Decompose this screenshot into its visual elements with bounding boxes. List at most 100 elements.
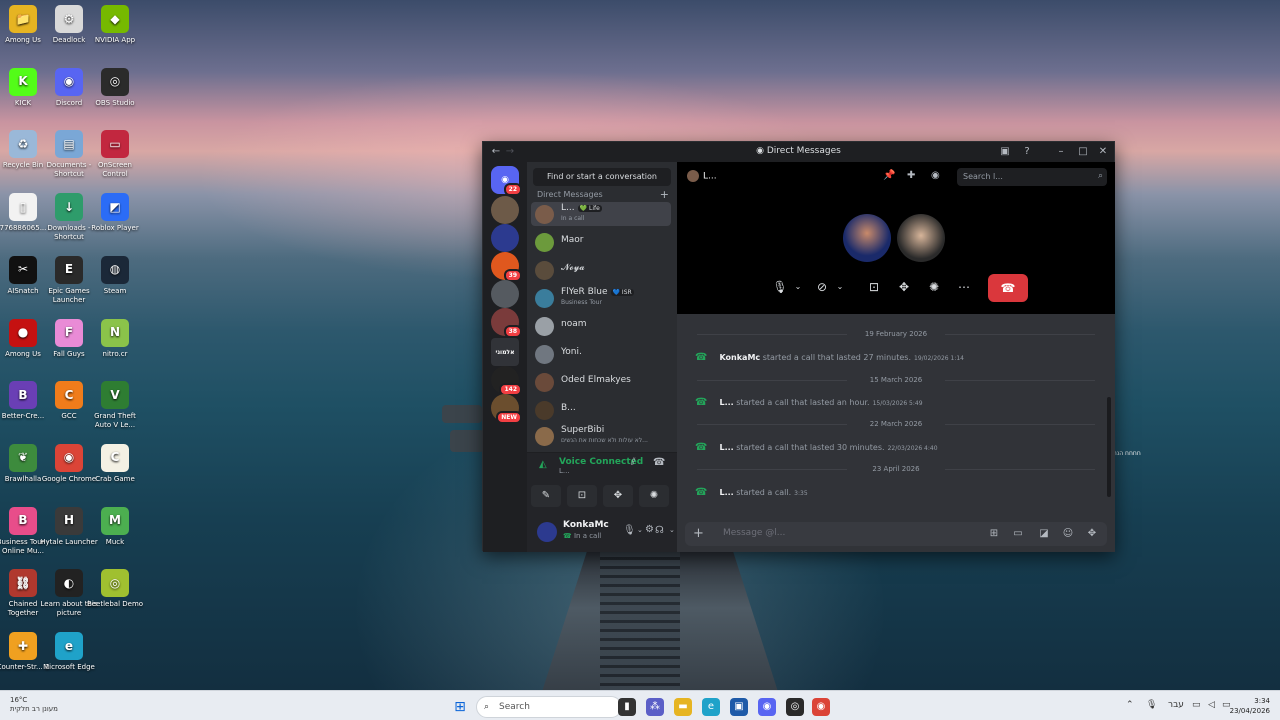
activities-icon[interactable]: ✥: [891, 274, 917, 300]
find-conversation-button[interactable]: Find or start a conversation: [533, 168, 671, 186]
server-icon[interactable]: [491, 196, 519, 224]
dm-item[interactable]: noam: [531, 314, 671, 338]
server-icon[interactable]: [491, 280, 519, 308]
desktop-icon[interactable]: ▭ OnScreen Control: [85, 130, 145, 179]
sticker-icon[interactable]: ◪: [1037, 527, 1051, 541]
disconnect-icon[interactable]: ☎: [653, 457, 665, 468]
volume-icon[interactable]: ◁: [1208, 700, 1215, 710]
pin-icon[interactable]: 📌: [883, 170, 895, 181]
network-icon[interactable]: ▭: [1192, 700, 1201, 710]
emoji-icon[interactable]: ☺: [1061, 527, 1075, 541]
store-icon[interactable]: ▣: [730, 698, 748, 716]
dm-item[interactable]: Yoni.: [531, 342, 671, 366]
notification-badge: 38: [503, 325, 522, 338]
soundboard-button[interactable]: ✺: [639, 485, 669, 507]
obs-icon[interactable]: ◎: [786, 698, 804, 716]
maximize-icon[interactable]: □: [1076, 145, 1090, 159]
new-dm-icon[interactable]: +: [660, 188, 669, 201]
call-participant-avatar[interactable]: [897, 214, 945, 262]
more-icon[interactable]: ⋯: [951, 274, 977, 300]
desktop-icon[interactable]: ◆ NVIDIA App: [85, 5, 145, 45]
screen-share-icon[interactable]: ⊡: [861, 274, 887, 300]
message-author[interactable]: L...: [719, 398, 733, 407]
user-settings-icon[interactable]: ⚙: [645, 524, 654, 535]
desktop-icon[interactable]: M Muck: [85, 506, 145, 547]
help-icon[interactable]: ?: [1020, 145, 1034, 159]
desktop-icon[interactable]: ◎ Beetlebal Demo: [85, 569, 145, 609]
message-input[interactable]: + Message @l... ⊞ ▭ ◪ ☺ ✥: [685, 522, 1107, 546]
server-icon[interactable]: NEW: [491, 394, 522, 424]
dm-item[interactable]: Oded Elmakyes: [531, 370, 671, 394]
dm-item[interactable]: FlYeR Blue 💙 ISR Business Tour: [531, 286, 671, 310]
minimize-icon[interactable]: –: [1054, 145, 1068, 159]
chrome-icon[interactable]: ◉: [812, 698, 830, 716]
dm-item[interactable]: SuperBibi לא עולות ולא שכחות את הנשים...: [531, 424, 671, 448]
desktop-icon[interactable]: ◎ OBS Studio: [85, 67, 145, 108]
gif-icon[interactable]: ▭: [1011, 527, 1025, 541]
chevron-down-icon[interactable]: ⌄: [785, 274, 811, 300]
desktop-icon[interactable]: e Microsoft Edge: [39, 632, 99, 672]
dm-activity: In a call: [561, 215, 585, 222]
apps-icon[interactable]: ✥: [1085, 527, 1099, 541]
task-view-icon[interactable]: ▮: [618, 698, 636, 716]
microphone-icon[interactable]: 🎙: [1146, 700, 1157, 710]
chevron-up-icon[interactable]: ⌃: [1126, 700, 1134, 710]
noise-suppression-icon[interactable]: ⫽: [631, 457, 635, 468]
voice-channel[interactable]: L...: [559, 467, 570, 475]
server-icon[interactable]: אלמוני: [491, 338, 519, 366]
teams-icon[interactable]: ⁂: [646, 698, 664, 716]
edge-icon[interactable]: e: [702, 698, 720, 716]
chevron-down-icon[interactable]: ⌄: [637, 526, 643, 534]
scrollbar[interactable]: [1107, 397, 1111, 497]
close-icon[interactable]: ✕: [1096, 145, 1110, 159]
add-attachment-icon[interactable]: +: [693, 526, 704, 541]
dm-item[interactable]: Maor: [531, 230, 671, 254]
taskbar-search[interactable]: ⌕ Search: [476, 696, 622, 718]
discord-icon[interactable]: ◉: [758, 698, 776, 716]
dm-activity: Business Tour: [561, 299, 602, 306]
dm-item[interactable]: B...: [531, 398, 671, 422]
inbox-icon[interactable]: ▣: [998, 145, 1012, 159]
desktop-icon-label: Muck: [105, 537, 125, 546]
video-button[interactable]: ✎: [531, 485, 561, 507]
desktop-icon[interactable]: ◍ Steam: [85, 255, 145, 296]
dm-item[interactable]: 𝓝𝓸𝔂𝓪: [531, 258, 671, 282]
gift-icon[interactable]: ⊞: [987, 527, 1001, 541]
app-icon: B: [9, 381, 37, 410]
chevron-down-icon[interactable]: ⌄: [827, 274, 853, 300]
file-explorer-icon[interactable]: ▬: [674, 698, 692, 716]
clock[interactable]: 3:34 23/04/2026: [1230, 696, 1270, 716]
message-author[interactable]: L...: [719, 488, 733, 497]
search-input[interactable]: Search l...: [957, 168, 1107, 186]
add-friend-icon[interactable]: ✚: [907, 170, 915, 181]
server-icon[interactable]: 142: [491, 366, 522, 396]
server-icon[interactable]: [491, 224, 519, 252]
dm-name: FlYeR Blue 💙 ISR: [561, 287, 634, 297]
message-author[interactable]: L...: [719, 443, 733, 452]
dm-name-text: noam: [561, 319, 587, 329]
desktop-icon[interactable]: C Crab Game: [85, 443, 145, 484]
server-icon[interactable]: ◉ 22: [491, 166, 522, 196]
activities-button[interactable]: ✥: [603, 485, 633, 507]
desktop-icon[interactable]: V Grand Theft Auto V Le...: [85, 381, 145, 430]
chat-header: L...: [687, 170, 717, 182]
desktop-icon[interactable]: ◩ Roblox Player: [85, 193, 145, 233]
profile-icon[interactable]: ◉: [931, 170, 940, 181]
weather-widget[interactable]: 16°C מעונן רב חלקית: [10, 696, 58, 714]
chevron-down-icon[interactable]: ⌄: [669, 526, 675, 534]
message-author[interactable]: KonkaMc: [719, 353, 760, 362]
dm-item[interactable]: L... 💚 Life In a call: [531, 202, 671, 226]
language-indicator[interactable]: עבר: [1168, 700, 1184, 710]
microphone-icon[interactable]: 🎙: [623, 525, 636, 536]
desktop-icon[interactable]: Nnitro.cr: [85, 318, 145, 359]
server-icon[interactable]: 38: [491, 308, 522, 338]
headphones-icon[interactable]: ☊: [655, 525, 664, 536]
end-call-button[interactable]: ☎: [988, 274, 1028, 302]
call-log-message: ☎ L... started a call that lasted 30 minu…: [695, 442, 938, 453]
server-icon[interactable]: 39: [491, 252, 522, 282]
start-icon[interactable]: ⊞: [451, 698, 469, 716]
soundboard-icon[interactable]: ✺: [921, 274, 947, 300]
screen-share-button[interactable]: ⊡: [567, 485, 597, 507]
avatar[interactable]: [537, 522, 557, 542]
call-participant-avatar[interactable]: [843, 214, 891, 262]
